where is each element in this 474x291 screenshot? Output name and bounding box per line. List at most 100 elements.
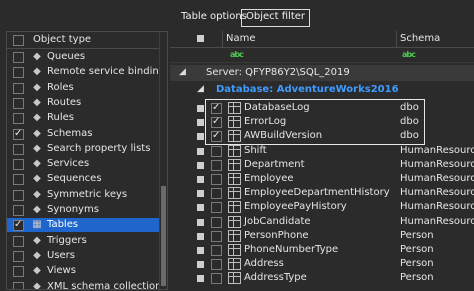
object-type-checkbox[interactable]	[13, 250, 24, 262]
row-expand-square[interactable]	[197, 133, 204, 141]
row-checkbox[interactable]	[211, 188, 222, 200]
object-type-item[interactable]: ◆ Users	[7, 249, 159, 263]
object-type-checkbox[interactable]	[13, 52, 24, 63]
object-type-checkbox[interactable]	[13, 218, 24, 232]
object-type-item[interactable]: ◆ Remote service bindings	[7, 65, 167, 79]
table-row[interactable]: PersonPhone Person	[170, 229, 474, 243]
object-type-label: Views	[47, 265, 76, 277]
object-type-checkbox[interactable]	[13, 113, 24, 125]
object-type-item[interactable]: ◆ Symmetric keys	[7, 188, 159, 202]
object-type-item[interactable]: ◆ Rules	[7, 111, 159, 125]
object-type-item[interactable]: ◆ Sequences	[7, 172, 159, 186]
table-name: Department	[244, 158, 305, 170]
object-type-item[interactable]: ◆ Triggers	[7, 234, 159, 248]
object-type-checkbox[interactable]	[13, 97, 24, 109]
row-expand-square[interactable]	[197, 161, 204, 169]
table-icon	[228, 258, 241, 271]
search-list-icon: ◆	[33, 142, 41, 154]
table-row[interactable]: AddressType Person	[170, 271, 474, 285]
collapse-arrow-icon[interactable]: ◢	[197, 84, 204, 94]
table-schema: Person	[400, 272, 434, 284]
table-icon	[228, 158, 241, 171]
row-expand-square[interactable]	[197, 232, 204, 240]
server-group-row[interactable]: ◢ Server: QFYP86Y2\SQL_2019	[170, 65, 474, 81]
row-expand-square[interactable]	[197, 261, 204, 269]
table-schema: Person	[400, 244, 434, 255]
object-type-checkbox[interactable]	[13, 189, 24, 201]
collapse-arrow-icon[interactable]: ◢	[179, 67, 186, 77]
select-all-square[interactable]	[197, 35, 204, 42]
table-icon	[228, 144, 241, 157]
row-expand-square[interactable]	[197, 247, 204, 254]
row-expand-square[interactable]	[197, 275, 204, 283]
object-type-checkbox[interactable]	[13, 82, 24, 94]
table-row[interactable]: EmployeePayHistory HumanResources	[170, 200, 474, 214]
table-row[interactable]: Shift HumanResources	[170, 144, 474, 158]
table-row[interactable]: Employee HumanResources	[170, 172, 474, 186]
table-name: EmployeePayHistory	[244, 201, 347, 213]
row-expand-square[interactable]	[197, 147, 204, 155]
object-type-checkbox[interactable]	[13, 281, 24, 289]
row-checkbox[interactable]	[211, 174, 222, 185]
row-expand-square[interactable]	[197, 105, 204, 112]
triggers-icon: ◆	[33, 234, 41, 246]
text-filter-icon[interactable]: abc	[402, 50, 416, 59]
database-group-row[interactable]: ◢ Database: AdventureWorks2016	[170, 82, 474, 98]
object-type-label: Services	[47, 158, 90, 170]
object-type-checkbox[interactable]	[13, 143, 24, 155]
object-type-checkbox[interactable]	[13, 174, 24, 186]
xml-icon: ◆	[33, 280, 41, 290]
object-type-checkbox[interactable]	[13, 266, 24, 278]
row-checkbox[interactable]	[211, 159, 222, 171]
vertical-scrollbar[interactable]	[159, 32, 167, 289]
object-type-checkbox[interactable]	[13, 67, 24, 79]
row-checkbox[interactable]	[211, 230, 222, 242]
table-row[interactable]: JobCandidate HumanResources	[170, 215, 474, 229]
row-checkbox[interactable]	[211, 145, 222, 157]
table-name: Shift	[244, 144, 267, 156]
table-row[interactable]: Address Person	[170, 257, 474, 271]
table-row[interactable]: Department HumanResources	[170, 158, 474, 172]
table-icon: ▦	[32, 219, 42, 231]
text-filter-icon[interactable]: abc	[230, 50, 244, 59]
table-schema: Person	[400, 258, 434, 270]
table-schema: HumanResources	[400, 158, 474, 170]
row-expand-square[interactable]	[197, 190, 204, 198]
table-schema: HumanResources	[400, 187, 474, 199]
row-checkbox[interactable]	[211, 202, 222, 214]
row-expand-square[interactable]	[197, 176, 204, 183]
table-row[interactable]: EmployeeDepartmentHistory HumanResources	[170, 186, 474, 200]
column-name-header[interactable]: Name	[226, 33, 256, 44]
table-icon	[228, 215, 241, 228]
tab-table-options[interactable]: Table options	[181, 9, 247, 25]
object-type-checkbox[interactable]	[13, 235, 24, 247]
row-checkbox[interactable]	[211, 273, 222, 285]
tab-object-filter[interactable]: Object filter	[241, 9, 311, 27]
object-type-checkbox[interactable]	[13, 205, 24, 216]
column-divider	[396, 31, 397, 47]
row-expand-square[interactable]	[197, 204, 204, 212]
object-type-item[interactable]: ◆ Services	[7, 157, 159, 171]
scrollbar-thumb[interactable]	[161, 186, 166, 286]
object-type-panel: Object type ◆ Queues ◆ Remote service bindi…	[6, 31, 168, 290]
object-type-item[interactable]: ◆ Queues	[7, 50, 159, 64]
row-expand-square[interactable]	[197, 218, 204, 226]
object-type-item[interactable]: ◆ Search property lists	[7, 142, 159, 156]
row-expand-square[interactable]	[197, 119, 204, 127]
row-checkbox[interactable]	[211, 259, 222, 271]
object-type-header-label: Object type	[33, 34, 92, 45]
row-checkbox[interactable]	[211, 216, 222, 228]
table-row[interactable]: PhoneNumberType Person	[170, 243, 474, 257]
column-schema-header[interactable]: Schema	[400, 33, 440, 44]
object-type-checkbox[interactable]	[13, 127, 24, 141]
object-type-item[interactable]: ◆ Synonyms	[7, 203, 159, 217]
object-type-item[interactable]: ◆ Views	[7, 264, 159, 278]
object-type-checkbox[interactable]	[13, 159, 24, 171]
object-type-item[interactable]: ◆ Schemas	[7, 127, 159, 141]
object-type-item[interactable]: ▦ Tables	[7, 218, 159, 233]
row-checkbox[interactable]	[211, 245, 222, 256]
object-type-item[interactable]: ◆ Roles	[7, 81, 159, 95]
object-type-item[interactable]: ◆ Routes	[7, 96, 159, 110]
object-type-item[interactable]: ◆ XML schema collections	[7, 280, 167, 290]
select-all-checkbox[interactable]	[13, 35, 24, 46]
